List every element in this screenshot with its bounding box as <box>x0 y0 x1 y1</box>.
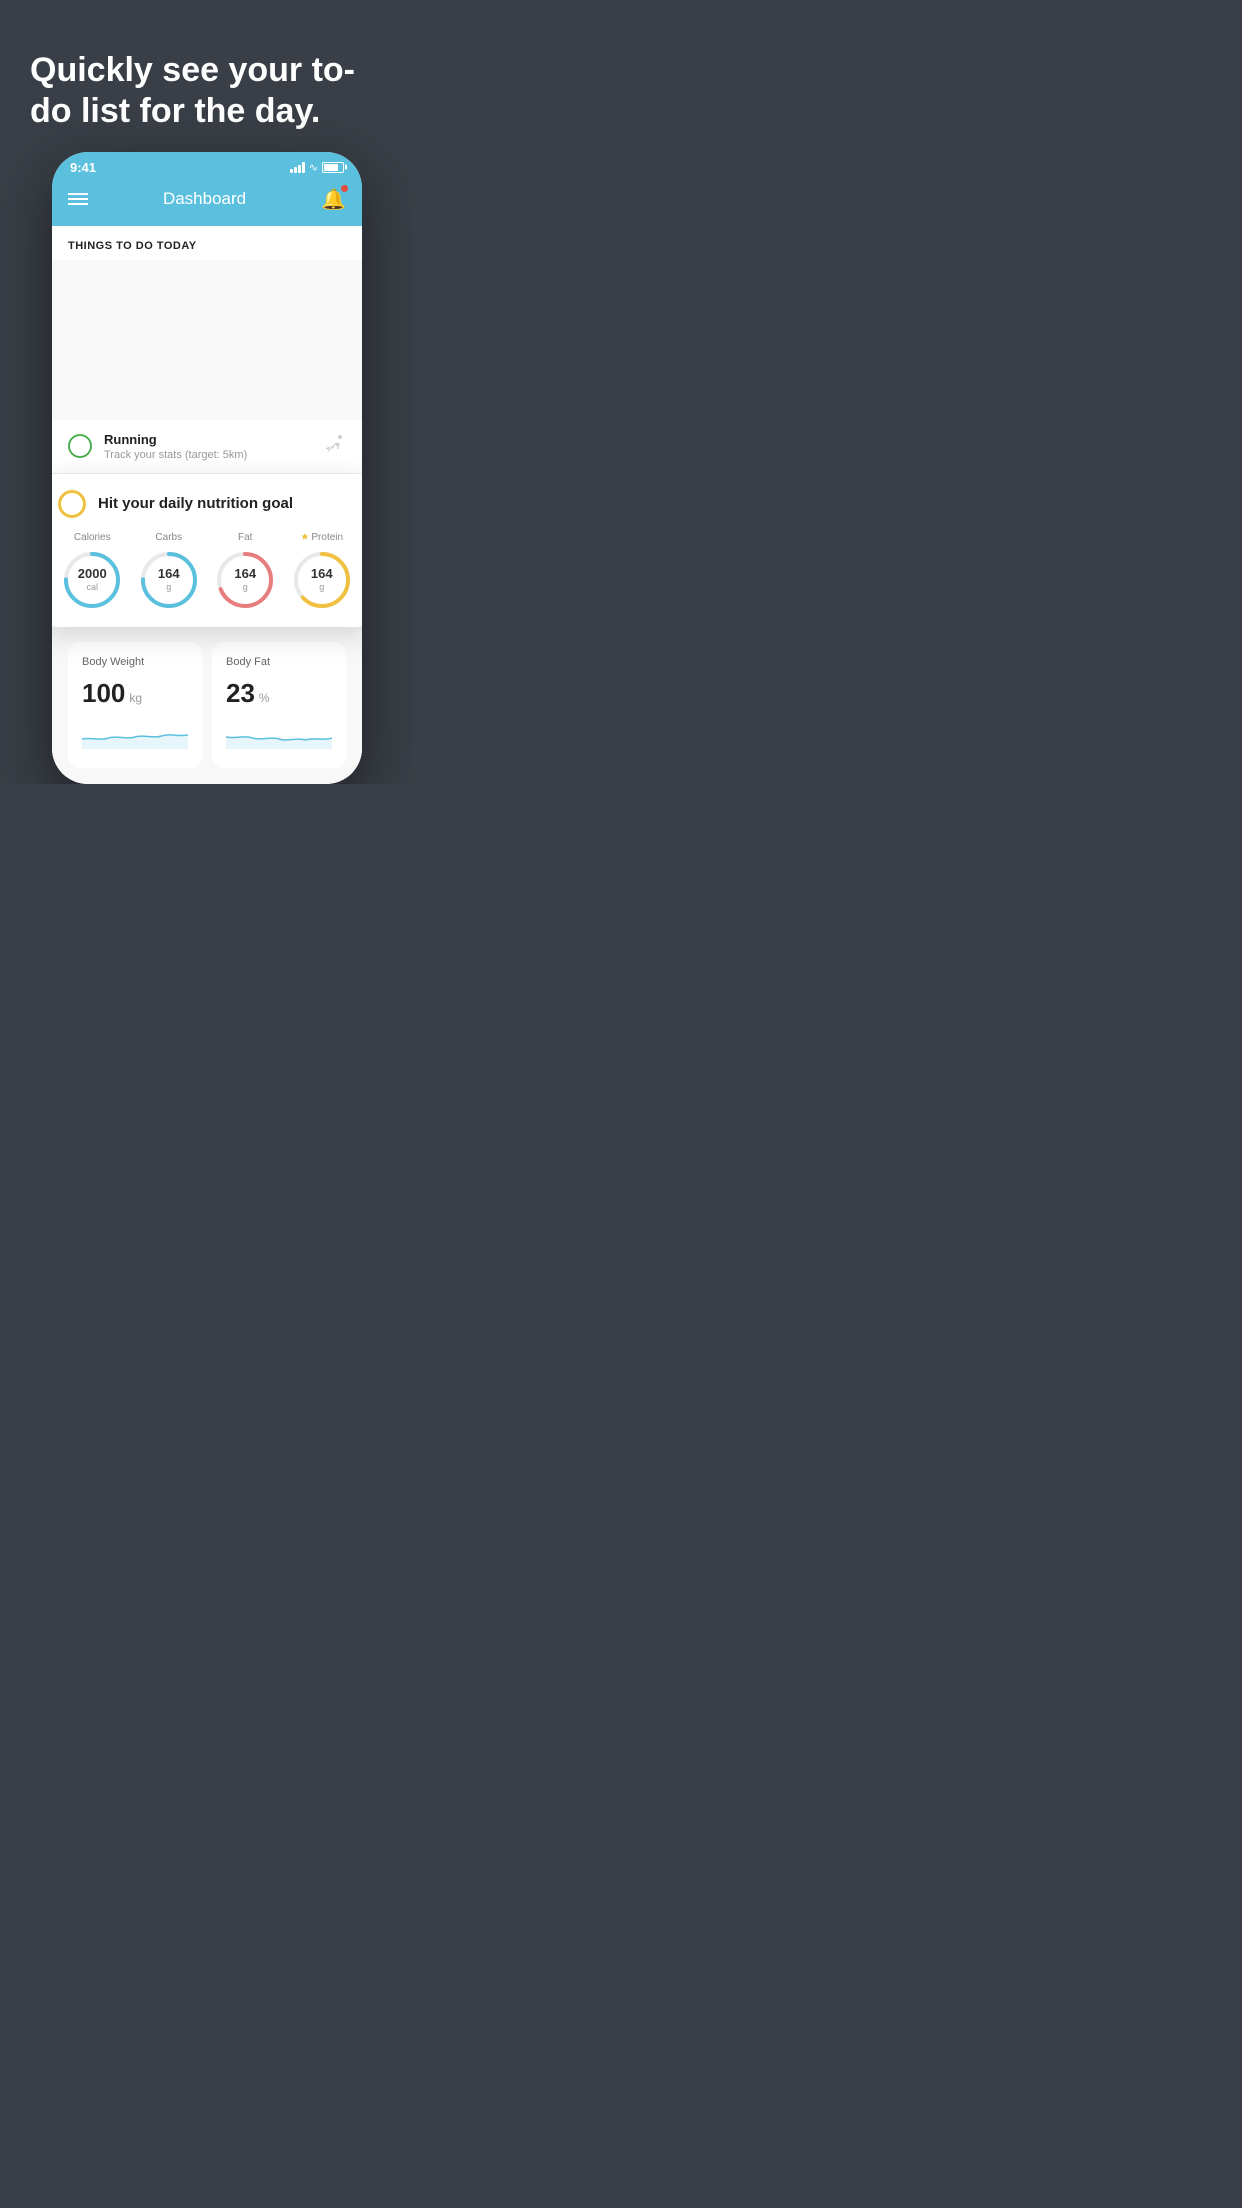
fat-circle: 164 g <box>214 549 276 611</box>
body-weight-value-row: 100 kg <box>82 678 188 709</box>
protein-value: 164 <box>311 567 333 581</box>
body-fat-number: 23 <box>226 678 255 709</box>
todo-item-running[interactable]: Running Track your stats (target: 5km) <box>52 420 362 474</box>
body-weight-unit: kg <box>129 691 142 705</box>
nav-title: Dashboard <box>163 189 246 209</box>
progress-cards: Body Weight 100 kg B <box>68 642 346 768</box>
body-weight-card: Body Weight 100 kg <box>68 642 202 768</box>
fat-value-inner: 164 g <box>234 567 256 591</box>
fat-value: 164 <box>234 567 256 581</box>
fat-label: Fat <box>238 532 252 543</box>
running-desc: Track your stats (target: 5km) <box>104 449 312 461</box>
body-fat-card-title: Body Fat <box>226 656 332 668</box>
battery-icon <box>322 162 344 173</box>
phone-mockup: 9:41 ∿ Dashboard <box>52 152 362 784</box>
carbs-stat: Carbs 164 g <box>138 532 200 611</box>
calories-circle: 2000 cal <box>61 549 123 611</box>
nutrition-card-header: Hit your daily nutrition goal <box>58 490 356 518</box>
nutrition-check-circle[interactable] <box>58 490 86 518</box>
nutrition-card: Hit your daily nutrition goal Calories <box>52 474 362 627</box>
wifi-icon: ∿ <box>309 161 318 174</box>
page-wrapper: Quickly see your to-do list for the day.… <box>0 0 414 784</box>
nutrition-stats: Calories 2000 cal <box>58 532 356 611</box>
notification-bell-icon[interactable]: 🔔 <box>321 187 346 212</box>
body-fat-sparkline <box>226 719 332 749</box>
status-bar: 9:41 ∿ <box>52 152 362 179</box>
calories-unit: cal <box>78 582 107 592</box>
star-icon: ★ <box>300 532 309 543</box>
carbs-unit: g <box>158 582 180 592</box>
carbs-label: Carbs <box>155 532 182 543</box>
things-to-do-header: THINGS TO DO TODAY <box>52 226 362 260</box>
status-icons: ∿ <box>290 161 344 174</box>
nutrition-card-title: Hit your daily nutrition goal <box>98 495 293 512</box>
content-area: THINGS TO DO TODAY Hit your daily nutrit… <box>52 226 362 784</box>
protein-stat: ★ Protein 164 g <box>291 532 353 611</box>
fat-unit: g <box>234 582 256 592</box>
body-fat-value-row: 23 % <box>226 678 332 709</box>
body-weight-sparkline <box>82 719 188 749</box>
protein-value-inner: 164 g <box>311 567 333 591</box>
calories-value-inner: 2000 cal <box>78 567 107 591</box>
notification-dot <box>341 185 348 192</box>
running-text: Running Track your stats (target: 5km) <box>104 432 312 461</box>
body-weight-number: 100 <box>82 678 125 709</box>
my-progress-section: MY PROGRESS Body Weight 100 kg <box>52 602 362 784</box>
carbs-circle: 164 g <box>138 549 200 611</box>
protein-label: ★ Protein <box>300 532 343 543</box>
body-fat-unit: % <box>259 691 270 705</box>
things-to-do-title: THINGS TO DO TODAY <box>68 240 346 252</box>
calories-stat: Calories 2000 cal <box>61 532 123 611</box>
protein-circle: 164 g <box>291 549 353 611</box>
status-time: 9:41 <box>70 160 96 175</box>
signal-bars-icon <box>290 162 305 173</box>
body-fat-card: Body Fat 23 % <box>212 642 346 768</box>
running-check-circle[interactable] <box>68 434 92 458</box>
calories-label: Calories <box>74 532 111 543</box>
running-icon <box>324 435 346 458</box>
carbs-value-inner: 164 g <box>158 567 180 591</box>
menu-button[interactable] <box>68 193 88 205</box>
protein-unit: g <box>311 582 333 592</box>
calories-value: 2000 <box>78 567 107 581</box>
body-weight-card-title: Body Weight <box>82 656 188 668</box>
carbs-value: 164 <box>158 567 180 581</box>
nav-bar: Dashboard 🔔 <box>52 179 362 226</box>
running-name: Running <box>104 432 312 447</box>
hero-section: Quickly see your to-do list for the day. <box>0 0 414 152</box>
hero-title: Quickly see your to-do list for the day. <box>30 50 384 132</box>
fat-stat: Fat 164 g <box>214 532 276 611</box>
